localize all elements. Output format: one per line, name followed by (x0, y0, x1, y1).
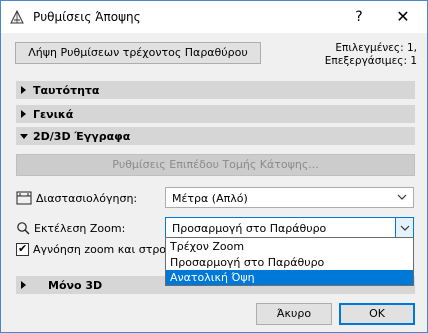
view-settings-dialog: Ρυθμίσεις Άποψης ? ✕ Λήψη Ρυθμίσεων τρέχ… (0, 0, 428, 333)
zoom-option[interactable]: Προσαρμογή στο Παράθυρο (166, 255, 413, 270)
ignore-zoom-label: Αγνόηση zoom και στροφ (33, 243, 174, 256)
collapse-arrow-icon (20, 134, 28, 139)
help-button[interactable]: ? (347, 5, 371, 29)
zoom-value: Προσαρμογή στο Παράθυρο (172, 222, 327, 235)
cancel-button[interactable]: Άκυρο (256, 303, 332, 325)
window-title: Ρυθμίσεις Άποψης (33, 10, 141, 24)
zoom-options-list: Τρέχον Zoom Προσαρμογή στο Παράθυρο Ανατ… (165, 237, 414, 286)
get-current-window-settings-button[interactable]: Λήψη Ρυθμίσεων τρέχοντος Παραθύρου (15, 42, 261, 64)
expand-arrow-icon (21, 110, 26, 118)
section-2d3d-documents-header[interactable]: 2D/3D Έγγραφα (16, 127, 415, 145)
chevron-down-icon (397, 194, 407, 200)
checkmark-icon: ✔ (18, 242, 28, 255)
zoom-option-highlighted[interactable]: Ανατολική Όψη (166, 270, 413, 285)
zoom-select[interactable]: Προσαρμογή στο Παράθυρο (165, 217, 414, 238)
selected-count: Επιλεγμένες: 1, (335, 42, 417, 54)
title-bar: Ρυθμίσεις Άποψης ? ✕ (1, 1, 427, 33)
dimension-icon (16, 191, 32, 205)
zoom-dropdown-button[interactable] (395, 218, 413, 237)
close-button[interactable]: ✕ (391, 5, 415, 29)
section-identity-header[interactable]: Ταυτότητα (16, 81, 415, 99)
expand-arrow-icon (21, 86, 26, 94)
editable-count: Επεξεργάσιμες: 1 (324, 55, 417, 67)
section-identity-label: Ταυτότητα (33, 84, 100, 97)
dimension-select[interactable]: Μέτρα (Απλό) (165, 187, 414, 208)
section-only-3d-label: Μόνο 3D (48, 279, 103, 292)
section-general-header[interactable]: Γενικά (16, 105, 415, 123)
ok-button[interactable]: OK (339, 303, 415, 325)
ignore-zoom-checkbox[interactable]: ✔ (16, 242, 29, 256)
expand-arrow-icon (21, 281, 26, 289)
selection-info: Επιλεγμένες: 1, Επεξεργάσιμες: 1 (325, 42, 417, 68)
zoom-label: Εκτέλεση Zoom: (34, 222, 126, 235)
section-2d3d-documents-label: 2D/3D Έγγραφα (33, 130, 131, 143)
chevron-down-icon (400, 225, 410, 231)
app-icon (10, 9, 24, 24)
dimension-label: Διαστασιολόγηση: (36, 192, 138, 205)
section-general-label: Γενικά (33, 108, 74, 121)
dimension-value: Μέτρα (Απλό) (172, 192, 248, 205)
section-plan-settings-button[interactable]: Ρυθμίσεις Επιπέδου Τομής Κάτοψης... (16, 154, 415, 176)
zoom-option[interactable]: Τρέχον Zoom (166, 239, 413, 254)
zoom-magnifier-icon (17, 222, 30, 235)
